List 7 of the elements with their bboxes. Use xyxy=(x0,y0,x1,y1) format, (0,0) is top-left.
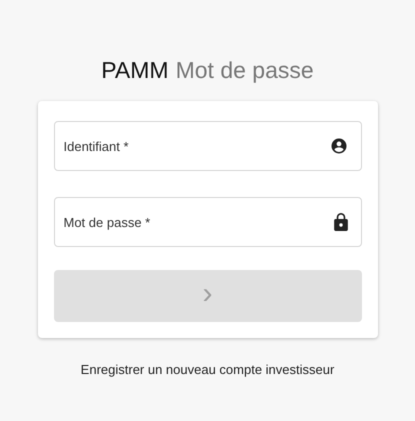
lock-icon xyxy=(334,213,348,231)
register-link[interactable]: Enregistrer un nouveau compte investisseur xyxy=(80,362,334,377)
input-field[interactable]: Identifiant * xyxy=(54,121,362,171)
page-title: Mot de passe xyxy=(176,56,314,85)
account-icon xyxy=(330,137,348,155)
brand-name: PAMM xyxy=(101,56,169,85)
input-field[interactable]: Mot de passe * xyxy=(54,197,362,247)
